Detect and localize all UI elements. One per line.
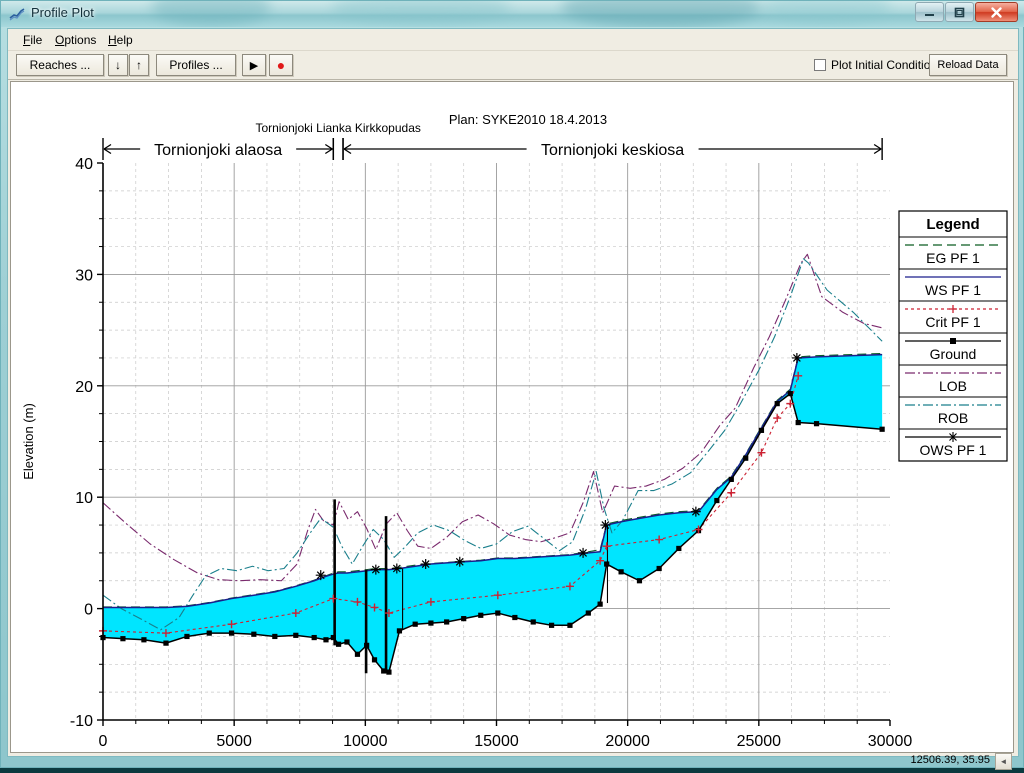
arrow-up-icon: ↑: [136, 58, 142, 72]
svg-text:Tornionjoki keskiosa: Tornionjoki keskiosa: [541, 142, 684, 159]
svg-text:WS PF 1: WS PF 1: [925, 282, 981, 298]
svg-text:5000: 5000: [216, 733, 252, 750]
toolbar: Reaches ... ↓ ↑ Profiles ... ▶ ● Plot In…: [8, 51, 1018, 80]
svg-text:Tornionjoki alaosa: Tornionjoki alaosa: [154, 142, 282, 159]
svg-text:40: 40: [75, 156, 93, 173]
menu-options-label: ptions: [64, 33, 97, 47]
svg-text:Legend: Legend: [926, 216, 979, 233]
scrollbar-left-arrow[interactable]: ◄: [995, 753, 1012, 770]
plot-initial-conditions-label: Plot Initial Conditions: [831, 58, 944, 72]
svg-text:OWS PF 1: OWS PF 1: [920, 442, 987, 458]
previous-reach-button[interactable]: ↑: [129, 54, 149, 76]
svg-text:25000: 25000: [737, 733, 782, 750]
profile-plot-icon: [9, 6, 25, 22]
svg-text:Tornionjoki Lianka Kirkkopudas: Tornionjoki Lianka Kirkkopudas: [255, 121, 420, 135]
profiles-button[interactable]: Profiles ...: [156, 54, 236, 76]
minimize-icon: [916, 3, 943, 21]
svg-text:ROB: ROB: [938, 410, 968, 426]
svg-text:10000: 10000: [343, 733, 388, 750]
svg-text:30: 30: [75, 267, 93, 284]
svg-text:0: 0: [99, 733, 108, 750]
maximize-button[interactable]: [945, 2, 974, 22]
minimize-button[interactable]: [915, 2, 944, 22]
close-icon: [976, 3, 1017, 21]
svg-text:0: 0: [84, 602, 93, 619]
menu-help[interactable]: Help: [103, 32, 138, 48]
animate-record-button[interactable]: ●: [269, 54, 293, 76]
svg-text:10: 10: [75, 490, 93, 507]
record-icon: ●: [276, 57, 286, 73]
svg-text:15000: 15000: [474, 733, 519, 750]
reload-data-button[interactable]: Reload Data: [929, 54, 1007, 76]
maximize-icon: [946, 3, 973, 21]
reload-data-label: Reload Data: [937, 59, 999, 71]
titlebar[interactable]: Profile Plot: [1, 1, 1024, 27]
svg-text:-10: -10: [70, 713, 93, 730]
profile-plot-canvas[interactable]: -10 0 10 20 30 40 0 5000 10000 15000 20000 25000 300…: [10, 81, 1014, 753]
menu-help-label: elp: [116, 33, 133, 47]
animate-play-button[interactable]: ▶: [242, 54, 266, 76]
window-title: Profile Plot: [31, 5, 94, 20]
scroll-left-icon: ◄: [999, 757, 1008, 766]
menu-bar: File Options Help: [8, 29, 1018, 51]
cursor-coordinates: 12506.39, 35.95: [910, 754, 990, 766]
plot-initial-conditions-checkbox[interactable]: Plot Initial Conditions: [814, 57, 943, 73]
close-button[interactable]: [975, 2, 1018, 22]
svg-text:30000: 30000: [868, 733, 913, 750]
profile-plot-window: Profile Plot File Options Help Reaches .…: [0, 0, 1024, 770]
svg-text:20: 20: [75, 379, 93, 396]
next-reach-button[interactable]: ↓: [108, 54, 128, 76]
svg-text:LOB: LOB: [939, 378, 967, 394]
play-icon: ▶: [249, 59, 259, 72]
profiles-button-label: Profiles ...: [169, 58, 223, 72]
svg-text:EG PF 1: EG PF 1: [926, 250, 980, 266]
svg-text:Ground: Ground: [930, 346, 977, 362]
menu-file-label: ile: [30, 33, 43, 47]
status-strip: 12506.39, 35.95 ◄: [10, 753, 1014, 773]
checkbox-box[interactable]: [814, 59, 826, 71]
menu-file[interactable]: File: [18, 32, 47, 48]
profile-plot-svg: -10 0 10 20 30 40 0 5000 10000 15000 20000 25000 300…: [21, 112, 1008, 750]
reaches-button-label: Reaches ...: [29, 58, 91, 72]
menu-options[interactable]: Options: [50, 32, 101, 48]
svg-text:Crit PF 1: Crit PF 1: [925, 314, 980, 330]
arrow-down-icon: ↓: [115, 58, 121, 72]
client-area: File Options Help Reaches ... ↓ ↑ Profil…: [7, 28, 1019, 770]
svg-text:Elevation (m): Elevation (m): [21, 403, 36, 480]
reaches-button[interactable]: Reaches ...: [16, 54, 104, 76]
svg-text:Plan: SYKE2010 18.4.2013: Plan: SYKE2010 18.4.2013: [449, 112, 607, 127]
svg-text:20000: 20000: [605, 733, 650, 750]
legend: Legend EG PF 1 WS PF 1 Crit PF 1 Ground LOB RO…: [898, 210, 1008, 462]
